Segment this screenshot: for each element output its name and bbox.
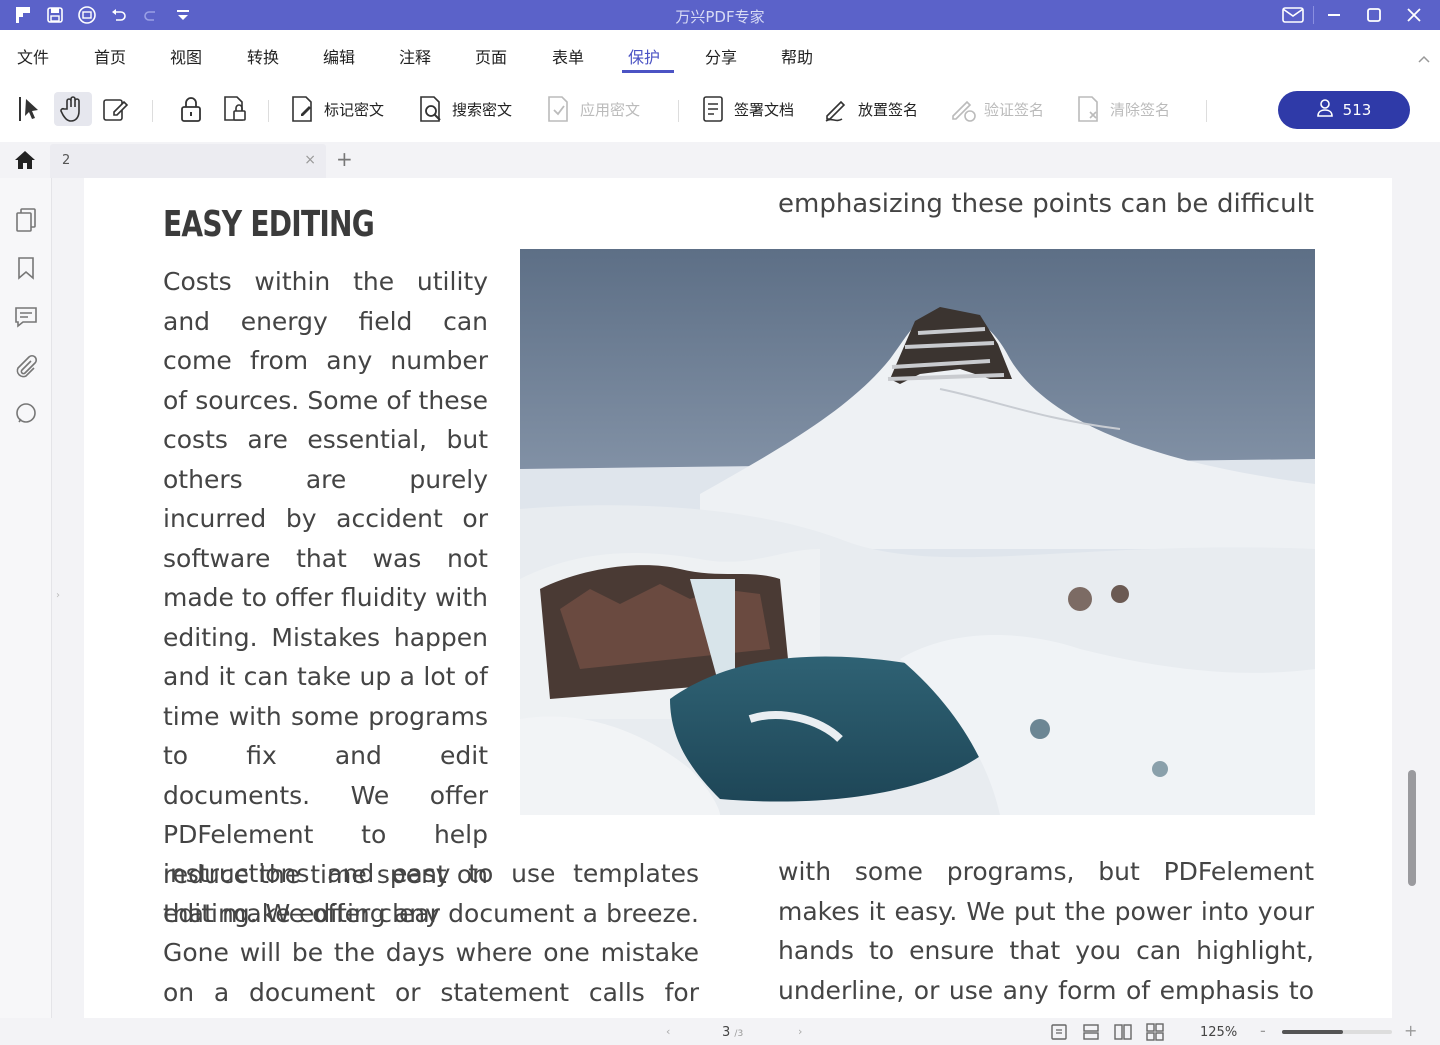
menu-home[interactable]: 首页: [94, 44, 126, 68]
collapse-ribbon-icon[interactable]: [1418, 52, 1430, 66]
landscape-photo: [520, 249, 1315, 815]
attachment-icon[interactable]: [12, 352, 40, 380]
menu-view[interactable]: 视图: [170, 44, 202, 68]
user-count: 513: [1342, 101, 1372, 119]
sign-document-button[interactable]: 签署文档: [698, 92, 794, 126]
document-tab-label: 2: [62, 153, 71, 168]
user-icon: [1316, 99, 1333, 121]
expand-panel-icon[interactable]: ›: [56, 590, 60, 601]
top-right-text: emphasizing these points can be difficul…: [778, 189, 1314, 219]
place-signature-label: 放置签名: [858, 100, 919, 119]
search-icon[interactable]: [12, 400, 40, 428]
verify-signature-icon: [948, 94, 978, 124]
mail-icon[interactable]: [1273, 2, 1313, 28]
apply-redaction-label: 应用密文: [580, 100, 641, 119]
new-tab-icon[interactable]: +: [336, 147, 353, 171]
bottom-left-text: instructions and easy to use templates t…: [163, 859, 699, 1018]
mark-redaction-icon: [288, 94, 318, 124]
hand-icon: [58, 94, 88, 124]
place-signature-button[interactable]: 放置签名: [822, 92, 918, 126]
previous-page-icon[interactable]: ‹: [666, 1025, 670, 1038]
verify-signature-button[interactable]: 验证签名: [948, 92, 1044, 126]
thumbnail-icon[interactable]: [12, 206, 40, 234]
verify-signature-label: 验证签名: [984, 100, 1045, 119]
title-bar: 万兴PDF专家: [0, 0, 1440, 30]
home-icon[interactable]: [14, 150, 36, 174]
zoom-slider-fill: [1282, 1030, 1343, 1034]
menu-page[interactable]: 页面: [475, 44, 507, 68]
search-redaction-button[interactable]: 搜索密文: [416, 92, 512, 126]
menu-comment[interactable]: 注释: [399, 44, 431, 68]
status-bar: ‹ 3 /3 › 125% - +: [0, 1018, 1440, 1045]
clear-signature-icon: [1074, 94, 1104, 124]
toolbar-divider: [152, 100, 153, 122]
ribbon-toolbar: 标记密文 搜索密文 应用密文 签署文档 放置签名 验证签名 清除签名 513: [0, 76, 1440, 142]
minimize-icon[interactable]: [1314, 2, 1354, 28]
close-tab-icon[interactable]: ×: [304, 152, 316, 168]
bookmark-icon[interactable]: [12, 254, 40, 282]
password-button[interactable]: [176, 92, 206, 126]
menu-form[interactable]: 表单: [552, 44, 584, 68]
left-sidebar: [0, 178, 52, 1018]
window-title: 万兴PDF专家: [675, 8, 765, 26]
document-lock-icon: [220, 94, 250, 124]
vertical-scrollbar[interactable]: [1408, 770, 1416, 886]
maximize-icon[interactable]: [1354, 2, 1394, 28]
page-indicator[interactable]: 3 /3: [722, 1025, 743, 1040]
menu-convert[interactable]: 转换: [247, 44, 279, 68]
edit-tool[interactable]: [100, 92, 130, 126]
user-account-button[interactable]: 513: [1278, 91, 1410, 129]
continuous-view-icon[interactable]: [1082, 1023, 1100, 1041]
menu-protect[interactable]: 保护: [628, 44, 660, 68]
zoom-slider[interactable]: [1282, 1030, 1392, 1034]
menu-file[interactable]: 文件: [17, 44, 49, 68]
zoom-in-icon[interactable]: +: [1404, 1021, 1417, 1040]
search-redaction-label: 搜索密文: [452, 100, 513, 119]
mark-redaction-button[interactable]: 标记密文: [288, 92, 384, 126]
document-tab[interactable]: 2 ×: [50, 144, 326, 178]
close-icon[interactable]: [1394, 2, 1434, 28]
toolbar-divider: [268, 100, 269, 122]
single-page-view-icon[interactable]: [1050, 1023, 1068, 1041]
document-tab-bar: 2 × +: [0, 142, 1440, 178]
select-tool[interactable]: [14, 92, 44, 126]
clear-signature-button[interactable]: 清除签名: [1074, 92, 1170, 126]
active-menu-indicator: [622, 70, 674, 73]
left-column-text: Costs within the utility and energy fiel…: [163, 267, 488, 928]
current-page[interactable]: 3: [722, 1025, 730, 1040]
two-page-continuous-icon[interactable]: [1146, 1023, 1164, 1041]
menu-share[interactable]: 分享: [705, 44, 737, 68]
window-controls: [1273, 2, 1434, 28]
sign-document-label: 签署文档: [734, 100, 795, 119]
place-signature-icon: [822, 94, 852, 124]
two-page-view-icon[interactable]: [1114, 1023, 1132, 1041]
apply-redaction-button[interactable]: 应用密文: [544, 92, 640, 126]
total-pages: /3: [734, 1029, 744, 1039]
cursor-icon: [14, 94, 44, 124]
toolbar-divider: [678, 100, 679, 122]
search-redaction-icon: [416, 94, 446, 124]
sign-document-icon: [698, 94, 728, 124]
comment-icon[interactable]: [12, 303, 40, 331]
menu-bar: 文件 首页 视图 转换 编辑 注释 页面 表单 保护 分享 帮助: [0, 30, 1440, 76]
toolbar-divider: [1206, 100, 1207, 122]
bottom-right-text: with some programs, but PDFelement makes…: [778, 857, 1314, 1018]
clear-signature-label: 清除签名: [1110, 100, 1171, 119]
lock-icon: [176, 94, 206, 124]
next-page-icon[interactable]: ›: [798, 1025, 802, 1038]
hand-tool[interactable]: [54, 92, 92, 126]
menu-edit[interactable]: 编辑: [323, 44, 355, 68]
zoom-level[interactable]: 125%: [1200, 1025, 1237, 1040]
permission-button[interactable]: [220, 92, 250, 126]
mark-redaction-label: 标记密文: [324, 100, 385, 119]
zoom-out-icon[interactable]: -: [1260, 1021, 1266, 1040]
menu-help[interactable]: 帮助: [781, 44, 813, 68]
pdf-page: EASY EDITING emphasizing these points ca…: [84, 178, 1392, 1018]
edit-icon: [100, 94, 130, 124]
page-heading: EASY EDITING: [163, 204, 375, 245]
apply-redaction-icon: [544, 94, 574, 124]
